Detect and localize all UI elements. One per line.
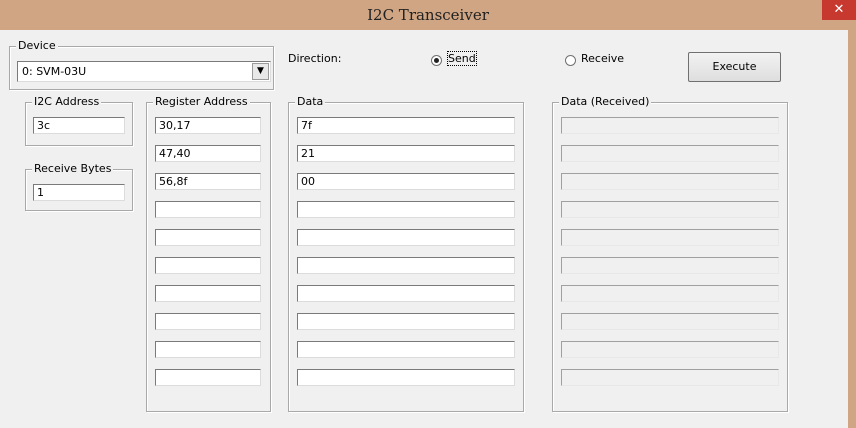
register-address-label: Register Address (153, 95, 250, 109)
data-received-field-2 (561, 145, 779, 162)
data-input-2[interactable]: 21 (297, 145, 515, 162)
data-received-field-9 (561, 341, 779, 358)
close-button[interactable]: ✕ (822, 0, 856, 20)
window-title: I2C Transceiver (367, 6, 489, 24)
title-bar[interactable]: I2C Transceiver ✕ (0, 0, 856, 30)
data-input-8[interactable] (297, 313, 515, 330)
data-received-field-4 (561, 201, 779, 218)
register-address-input-2[interactable]: 47,40 (155, 145, 261, 162)
data-received-field-1 (561, 117, 779, 134)
data-input-5[interactable] (297, 229, 515, 246)
register-address-input-9[interactable] (155, 341, 261, 358)
data-input-3[interactable]: 00 (297, 173, 515, 190)
data-received-field-10 (561, 369, 779, 386)
register-address-input-1[interactable]: 30,17 (155, 117, 261, 134)
register-address-input-10[interactable] (155, 369, 261, 386)
send-radio-label[interactable]: Send (447, 51, 477, 66)
data-received-field-5 (561, 229, 779, 246)
register-address-input-3[interactable]: 56,8f (155, 173, 261, 190)
data-input-9[interactable] (297, 341, 515, 358)
data-input-4[interactable] (297, 201, 515, 218)
register-address-input-5[interactable] (155, 229, 261, 246)
device-label: Device (16, 39, 58, 53)
receive-bytes-input[interactable]: 1 (33, 184, 125, 201)
i2c-address-label: I2C Address (32, 95, 102, 109)
device-select[interactable]: 0: SVM-03U ▼ (17, 61, 271, 82)
data-input-1[interactable]: 7f (297, 117, 515, 134)
register-address-input-8[interactable] (155, 313, 261, 330)
data-input-6[interactable] (297, 257, 515, 274)
receive-radio[interactable] (565, 55, 576, 66)
data-received-field-6 (561, 257, 779, 274)
send-radio[interactable] (431, 55, 442, 66)
device-select-value: 0: SVM-03U (22, 65, 87, 78)
data-input-10[interactable] (297, 369, 515, 386)
receive-radio-label[interactable]: Receive (581, 52, 624, 65)
data-received-field-7 (561, 285, 779, 302)
register-address-input-7[interactable] (155, 285, 261, 302)
close-icon: ✕ (833, 2, 845, 17)
radio-selected-dot (434, 58, 439, 63)
chevron-down-icon[interactable]: ▼ (252, 63, 269, 80)
execute-button[interactable]: Execute (688, 52, 781, 82)
register-address-input-4[interactable] (155, 201, 261, 218)
data-received-field-3 (561, 173, 779, 190)
register-address-input-6[interactable] (155, 257, 261, 274)
direction-label: Direction: (288, 52, 342, 65)
app-window: I2C Transceiver ✕ Device 0: SVM-03U ▼ Di… (0, 0, 856, 428)
receive-bytes-label: Receive Bytes (32, 162, 114, 176)
data-label: Data (295, 95, 326, 109)
data-input-7[interactable] (297, 285, 515, 302)
data-received-label: Data (Received) (559, 95, 652, 109)
data-received-field-8 (561, 313, 779, 330)
i2c-address-input[interactable]: 3c (33, 117, 125, 134)
